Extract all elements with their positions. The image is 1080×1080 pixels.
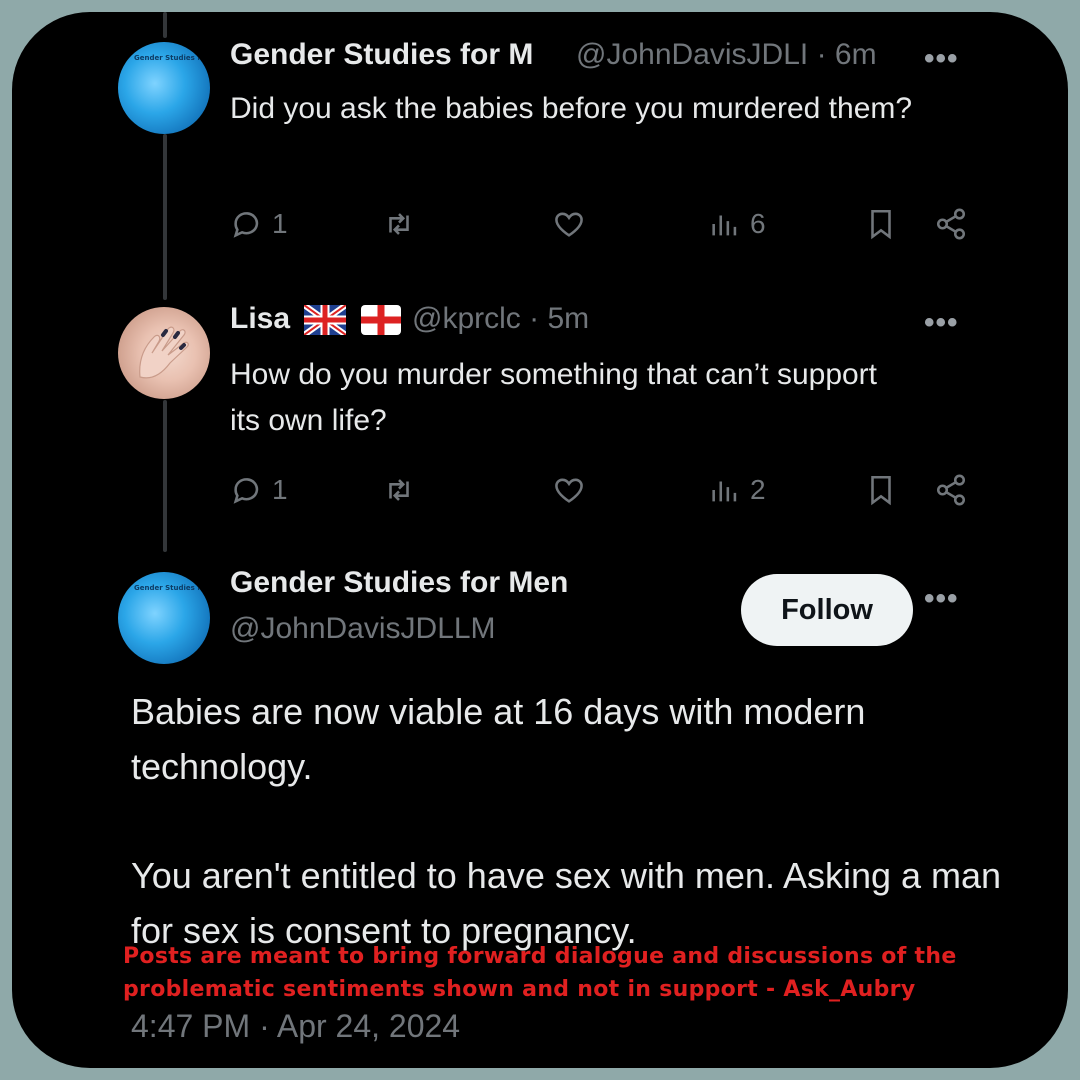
retweet-button[interactable] — [382, 202, 416, 246]
views-button[interactable]: 2 — [708, 468, 766, 512]
reply-button[interactable]: 1 — [230, 202, 288, 246]
views-count: 6 — [750, 208, 766, 239]
tweet-timestamp[interactable]: 4:47 PM · Apr 24, 2024 — [131, 1008, 460, 1045]
like-button[interactable] — [552, 202, 586, 246]
tweet-author-name[interactable]: Lisa — [230, 302, 401, 336]
more-options-icon[interactable]: ••• — [924, 306, 959, 340]
reply-count: 1 — [272, 208, 288, 239]
disclaimer-overlay: Posts are meant to bring forward dialogu… — [123, 944, 957, 1002]
bookmark-icon — [871, 475, 891, 506]
views-button[interactable]: 6 — [708, 202, 766, 246]
bookmark-icon — [871, 209, 891, 240]
tweet-text: How do you murder something that can’t s… — [230, 358, 878, 437]
share-icon — [936, 474, 966, 506]
views-icon — [712, 215, 737, 236]
avatar-text: Gender Studies for Men — [134, 54, 210, 62]
thread-line-1 — [163, 134, 167, 300]
avatar-text: Gender Studies for Men — [134, 584, 210, 592]
avatar[interactable] — [118, 307, 210, 399]
avatar[interactable]: Gender Studies for Men — [118, 572, 210, 664]
retweet-icon — [389, 479, 409, 501]
tweet-author-handle[interactable]: @JohnDavisJDLI · 6m — [576, 38, 877, 72]
bookmark-button[interactable] — [864, 202, 898, 246]
tweet-card: Gender Studies for Men Gender Studies fo… — [12, 12, 1068, 1068]
tweet-author-name[interactable]: Gender Studies for M — [230, 38, 533, 72]
share-button[interactable] — [934, 468, 968, 512]
reply-button[interactable]: 1 — [230, 468, 288, 512]
reply-icon — [233, 478, 259, 504]
avatar[interactable]: Gender Studies for Men — [118, 42, 210, 134]
author-name-text: Lisa — [230, 302, 291, 335]
follow-button[interactable]: Follow — [741, 574, 913, 646]
views-icon — [712, 481, 737, 502]
retweet-button[interactable] — [382, 468, 416, 512]
heart-icon — [555, 212, 583, 237]
england-flag-icon — [360, 305, 401, 336]
tweet-text: Did you ask the babies before you murder… — [230, 92, 913, 125]
tweet-actions: 1 6 — [230, 202, 990, 246]
handle: @JohnDavisJDLI — [576, 38, 809, 71]
tweet-time: · 6m — [816, 38, 877, 71]
reply-count: 1 — [272, 474, 288, 505]
views-count: 2 — [750, 474, 766, 505]
tweet-author-handle[interactable]: @kprclc · 5m — [412, 302, 589, 336]
tweet-actions: 1 2 — [230, 468, 990, 512]
more-options-icon[interactable]: ••• — [924, 582, 959, 616]
main-tweet-paragraph-1: Babies are now viable at 16 days with mo… — [131, 691, 866, 787]
share-icon — [936, 208, 966, 240]
hand-icon — [139, 326, 189, 379]
tweet-time: · 5m — [529, 302, 590, 335]
more-options-icon[interactable]: ••• — [924, 42, 959, 76]
reply-icon — [233, 212, 259, 238]
handle: @kprclc — [412, 302, 521, 335]
like-button[interactable] — [552, 468, 586, 512]
share-button[interactable] — [934, 202, 968, 246]
retweet-icon — [389, 213, 409, 235]
main-author-name[interactable]: Gender Studies for Men — [230, 566, 568, 600]
bookmark-button[interactable] — [864, 468, 898, 512]
thread-line-2 — [163, 400, 167, 552]
main-author-handle[interactable]: @JohnDavisJDLLM — [230, 612, 496, 646]
uk-flag-icon — [304, 305, 347, 336]
heart-icon — [555, 478, 583, 503]
thread-line-top — [163, 12, 167, 38]
